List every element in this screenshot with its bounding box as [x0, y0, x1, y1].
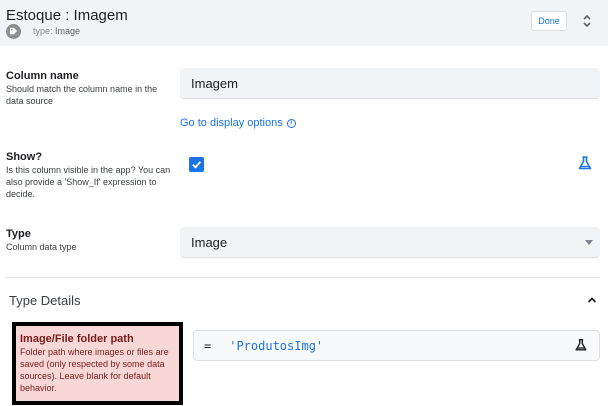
show-label: Show?	[6, 151, 43, 163]
type-value: Image	[55, 26, 81, 36]
tag-icon	[6, 23, 21, 39]
expression-flask-icon[interactable]	[574, 338, 588, 352]
type-label-group: Type Column data type	[6, 228, 171, 253]
type-label: Type	[6, 228, 31, 240]
done-button[interactable]: Done	[531, 11, 567, 31]
show-help: Is this column visible in the app? You c…	[6, 165, 171, 199]
column-name-label-group: Column name Should match the column name…	[6, 70, 171, 107]
folder-path-expression-input[interactable]: = 'ProdutosImg'	[193, 330, 600, 361]
column-type-row: type: Image	[6, 23, 80, 39]
expression-flask-icon[interactable]	[577, 155, 593, 171]
column-name-help: Should match the column name in the data…	[6, 84, 158, 106]
display-options-label: Go to display options	[180, 117, 283, 129]
folder-path-help: Folder path where images or files are sa…	[20, 347, 169, 393]
section-divider	[6, 277, 600, 278]
page-title: Estoque : Imagem	[6, 7, 128, 24]
folder-path-label-group: Image/File folder path Folder path where…	[12, 322, 183, 405]
expression-value: 'ProdutosImg'	[229, 338, 324, 353]
dropdown-arrow-icon[interactable]	[585, 240, 593, 245]
type-details-title[interactable]: Type Details	[9, 293, 81, 308]
show-label-group: Show? Is this column visible in the app?…	[6, 151, 171, 200]
column-type-label: type: Image	[33, 26, 80, 36]
expression-operator: =	[204, 338, 212, 353]
type-select[interactable]: Image	[180, 227, 600, 258]
type-help: Column data type	[6, 242, 77, 252]
info-icon: i	[286, 118, 296, 128]
column-name-input[interactable]: Imagem	[180, 68, 600, 99]
chevron-up-icon[interactable]	[586, 293, 598, 305]
display-options-link[interactable]: Go to display options i	[180, 117, 296, 129]
unfold-icon[interactable]	[580, 12, 594, 30]
type-prefix: type:	[33, 26, 53, 36]
folder-path-label: Image/File folder path	[20, 333, 134, 345]
show-checkbox[interactable]	[189, 157, 204, 172]
column-name-label: Column name	[6, 70, 79, 82]
editor-header: Estoque : Imagem type: Image Done	[0, 0, 608, 46]
